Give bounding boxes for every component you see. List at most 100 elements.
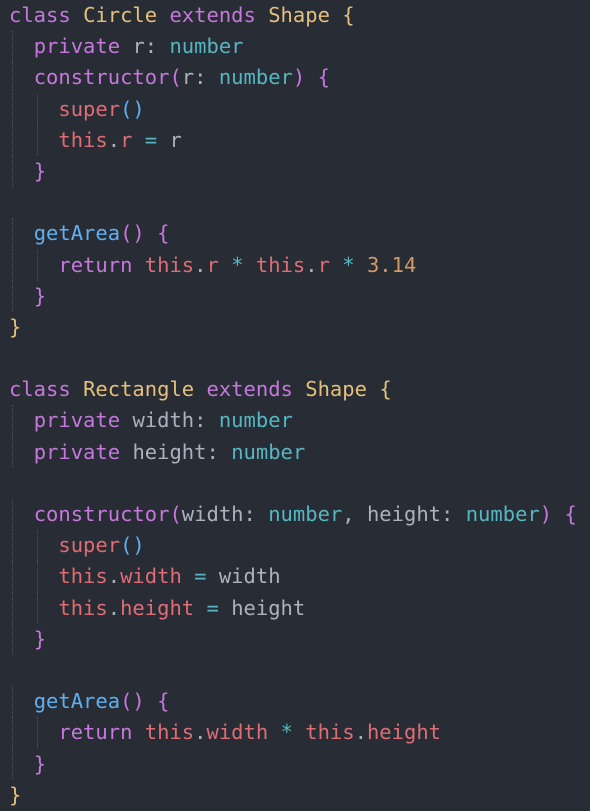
token-keyword: extends <box>206 377 293 402</box>
token-ws <box>157 3 169 27</box>
token-default: height <box>366 502 442 526</box>
code-line[interactable]: private r: number <box>0 31 590 63</box>
token-ws <box>244 253 256 277</box>
token-brace-mid: } <box>33 158 47 183</box>
token-brace-mid: ( <box>169 65 182 90</box>
token-default: . <box>107 564 121 589</box>
token-ws <box>453 502 465 526</box>
token-ws <box>268 720 280 744</box>
token-keyword: class <box>9 3 71 27</box>
code-line[interactable]: class Rectangle extends Shape { <box>0 374 590 405</box>
token-keyword: private <box>33 408 121 433</box>
code-line[interactable]: this.r = r <box>0 124 590 156</box>
token-ws <box>552 502 564 526</box>
indent-guides <box>0 343 590 374</box>
token-brace-mid: { <box>157 221 170 246</box>
code-line[interactable]: this.width = width <box>0 561 590 593</box>
code-editor[interactable]: class Circle extends Shape { private r: … <box>0 0 590 811</box>
token-this-var: this <box>144 252 195 277</box>
code-line[interactable]: super() <box>0 530 590 562</box>
code-line[interactable]: this.height = height <box>0 592 590 624</box>
code-line[interactable]: } <box>0 780 590 811</box>
token-this-var: super <box>58 96 121 121</box>
token-ws <box>120 34 132 58</box>
code-line[interactable]: } <box>0 312 590 343</box>
token-this-var: this <box>58 127 108 152</box>
code-line[interactable]: } <box>0 280 590 312</box>
token-ws <box>330 3 342 27</box>
token-operator: * <box>342 252 355 277</box>
code-line[interactable]: } <box>0 623 590 655</box>
token-brace-mid: } <box>33 626 47 651</box>
token-keyword: extends <box>169 3 256 27</box>
token-number: 3.14 <box>366 252 417 277</box>
token-ws <box>157 34 169 58</box>
code-line[interactable] <box>0 655 590 686</box>
token-brace-mid: ( <box>169 502 182 526</box>
token-default: : <box>194 408 207 433</box>
token-property: width <box>206 720 269 745</box>
token-brace-outer: { <box>379 377 392 402</box>
token-default: : <box>206 439 219 464</box>
token-default: height <box>132 439 207 464</box>
indent-guides <box>0 280 590 312</box>
token-ws <box>256 3 268 27</box>
code-line[interactable]: } <box>0 748 590 780</box>
code-line[interactable] <box>0 343 590 374</box>
token-this-var: this <box>305 720 355 745</box>
token-default: width <box>218 564 281 589</box>
token-keyword: constructor <box>33 65 170 90</box>
token-brace-mid: { <box>564 502 577 526</box>
code-line[interactable]: class Circle extends Shape { <box>0 0 590 31</box>
token-type: number <box>465 502 540 526</box>
token-type: number <box>169 34 244 59</box>
token-ws <box>157 128 169 152</box>
token-default: : <box>144 34 158 59</box>
token-default: , <box>342 502 355 526</box>
code-line[interactable]: getArea() { <box>0 218 590 250</box>
code-line[interactable]: return this.r * this.r * 3.14 <box>0 249 590 281</box>
code-line[interactable]: } <box>0 155 590 188</box>
token-brace-mid: ) <box>292 65 306 90</box>
token-ws <box>132 720 144 744</box>
token-ws <box>206 65 218 89</box>
token-default: . <box>107 127 121 152</box>
indent-guides <box>0 155 590 188</box>
code-line[interactable] <box>0 187 590 218</box>
token-keyword: return <box>58 720 133 745</box>
token-operator: * <box>231 252 244 277</box>
token-ws <box>256 502 268 526</box>
token-class-name: Shape <box>268 3 330 27</box>
indent-guides <box>0 748 590 780</box>
token-default: . <box>107 595 121 620</box>
code-line[interactable]: return this.width * this.height <box>0 717 590 749</box>
token-operator: = <box>206 595 219 620</box>
code-line[interactable]: getArea() { <box>0 686 590 718</box>
token-default: . <box>354 720 367 745</box>
token-paren: () <box>120 96 145 121</box>
code-line[interactable]: super() <box>0 93 590 125</box>
token-keyword: return <box>58 252 133 277</box>
code-line[interactable]: private height: number <box>0 436 590 468</box>
code-line[interactable]: constructor(r: number) { <box>0 62 590 94</box>
code-line[interactable] <box>0 468 590 499</box>
token-default: r <box>181 65 195 90</box>
token-ws <box>194 377 206 401</box>
code-line[interactable]: constructor(width: number, height: numbe… <box>0 499 590 531</box>
token-ws <box>194 596 206 620</box>
token-ws <box>305 65 317 89</box>
token-ws <box>219 253 231 277</box>
code-line[interactable]: private width: number <box>0 405 590 437</box>
